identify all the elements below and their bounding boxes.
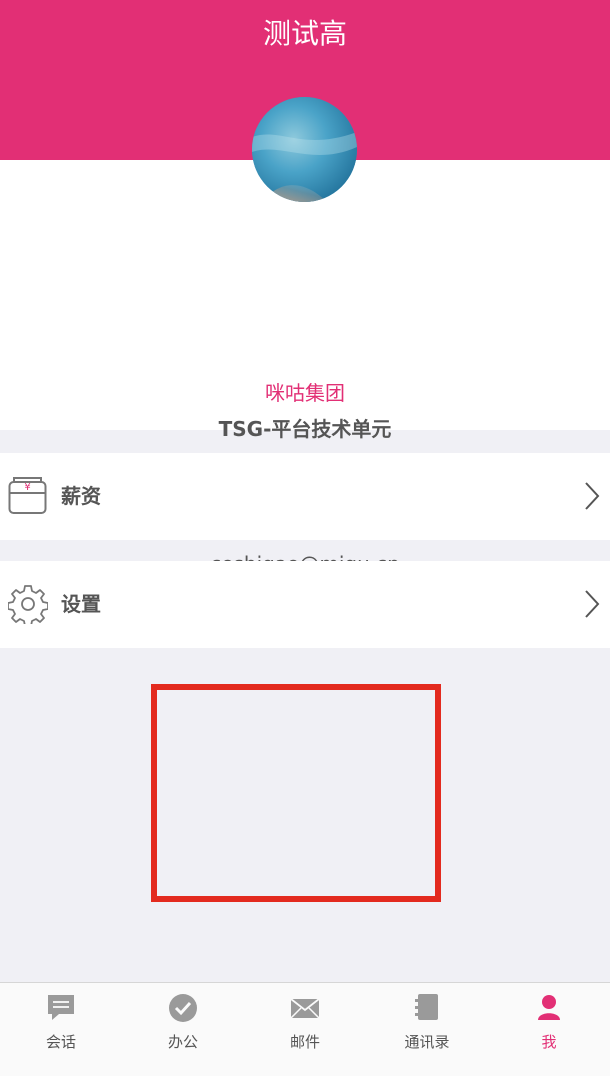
contacts-icon: [415, 994, 438, 1020]
tab-chat-label: 会话: [45, 1033, 76, 1051]
department-name: TSG-平台技术单元: [218, 417, 392, 441]
svg-text:¥: ¥: [24, 482, 30, 493]
salary-label: 薪资: [61, 484, 101, 508]
tab-mail-label: 邮件: [289, 1033, 320, 1051]
page-title: 测试高: [262, 17, 347, 50]
chevron-right-icon: [585, 590, 600, 618]
gear-icon: [8, 585, 48, 624]
tab-office[interactable]: 办公: [122, 983, 244, 1076]
chat-icon: [48, 995, 74, 1020]
tab-contacts-label: 通讯录: [404, 1033, 450, 1051]
mail-icon: [290, 998, 320, 1019]
check-circle-icon: [169, 994, 197, 1022]
highlight-box: [151, 684, 441, 902]
avatar-image: [252, 97, 357, 202]
tab-mail[interactable]: 邮件: [244, 983, 366, 1076]
tab-office-label: 办公: [167, 1033, 198, 1051]
tab-me[interactable]: 我: [488, 983, 610, 1076]
settings-row[interactable]: 设置: [0, 561, 610, 648]
tab-contacts[interactable]: 通讯录: [366, 983, 488, 1076]
company-name: 咪咕集团: [265, 381, 345, 405]
tab-bar: 会话 办公 邮件 通讯录 我: [0, 982, 610, 1076]
tab-chat[interactable]: 会话: [0, 983, 122, 1076]
tab-me-label: 我: [541, 1033, 557, 1051]
chevron-right-icon: [585, 482, 600, 510]
avatar[interactable]: [252, 97, 357, 202]
settings-label: 设置: [61, 592, 101, 616]
wallet-icon: ¥: [8, 477, 47, 514]
salary-row[interactable]: ¥ 薪资: [0, 453, 610, 540]
profile-page: 测试高 咪咕集团 TSG-平台技术单元 15606139970 ceshigao…: [0, 0, 610, 1076]
person-icon: [538, 995, 560, 1020]
